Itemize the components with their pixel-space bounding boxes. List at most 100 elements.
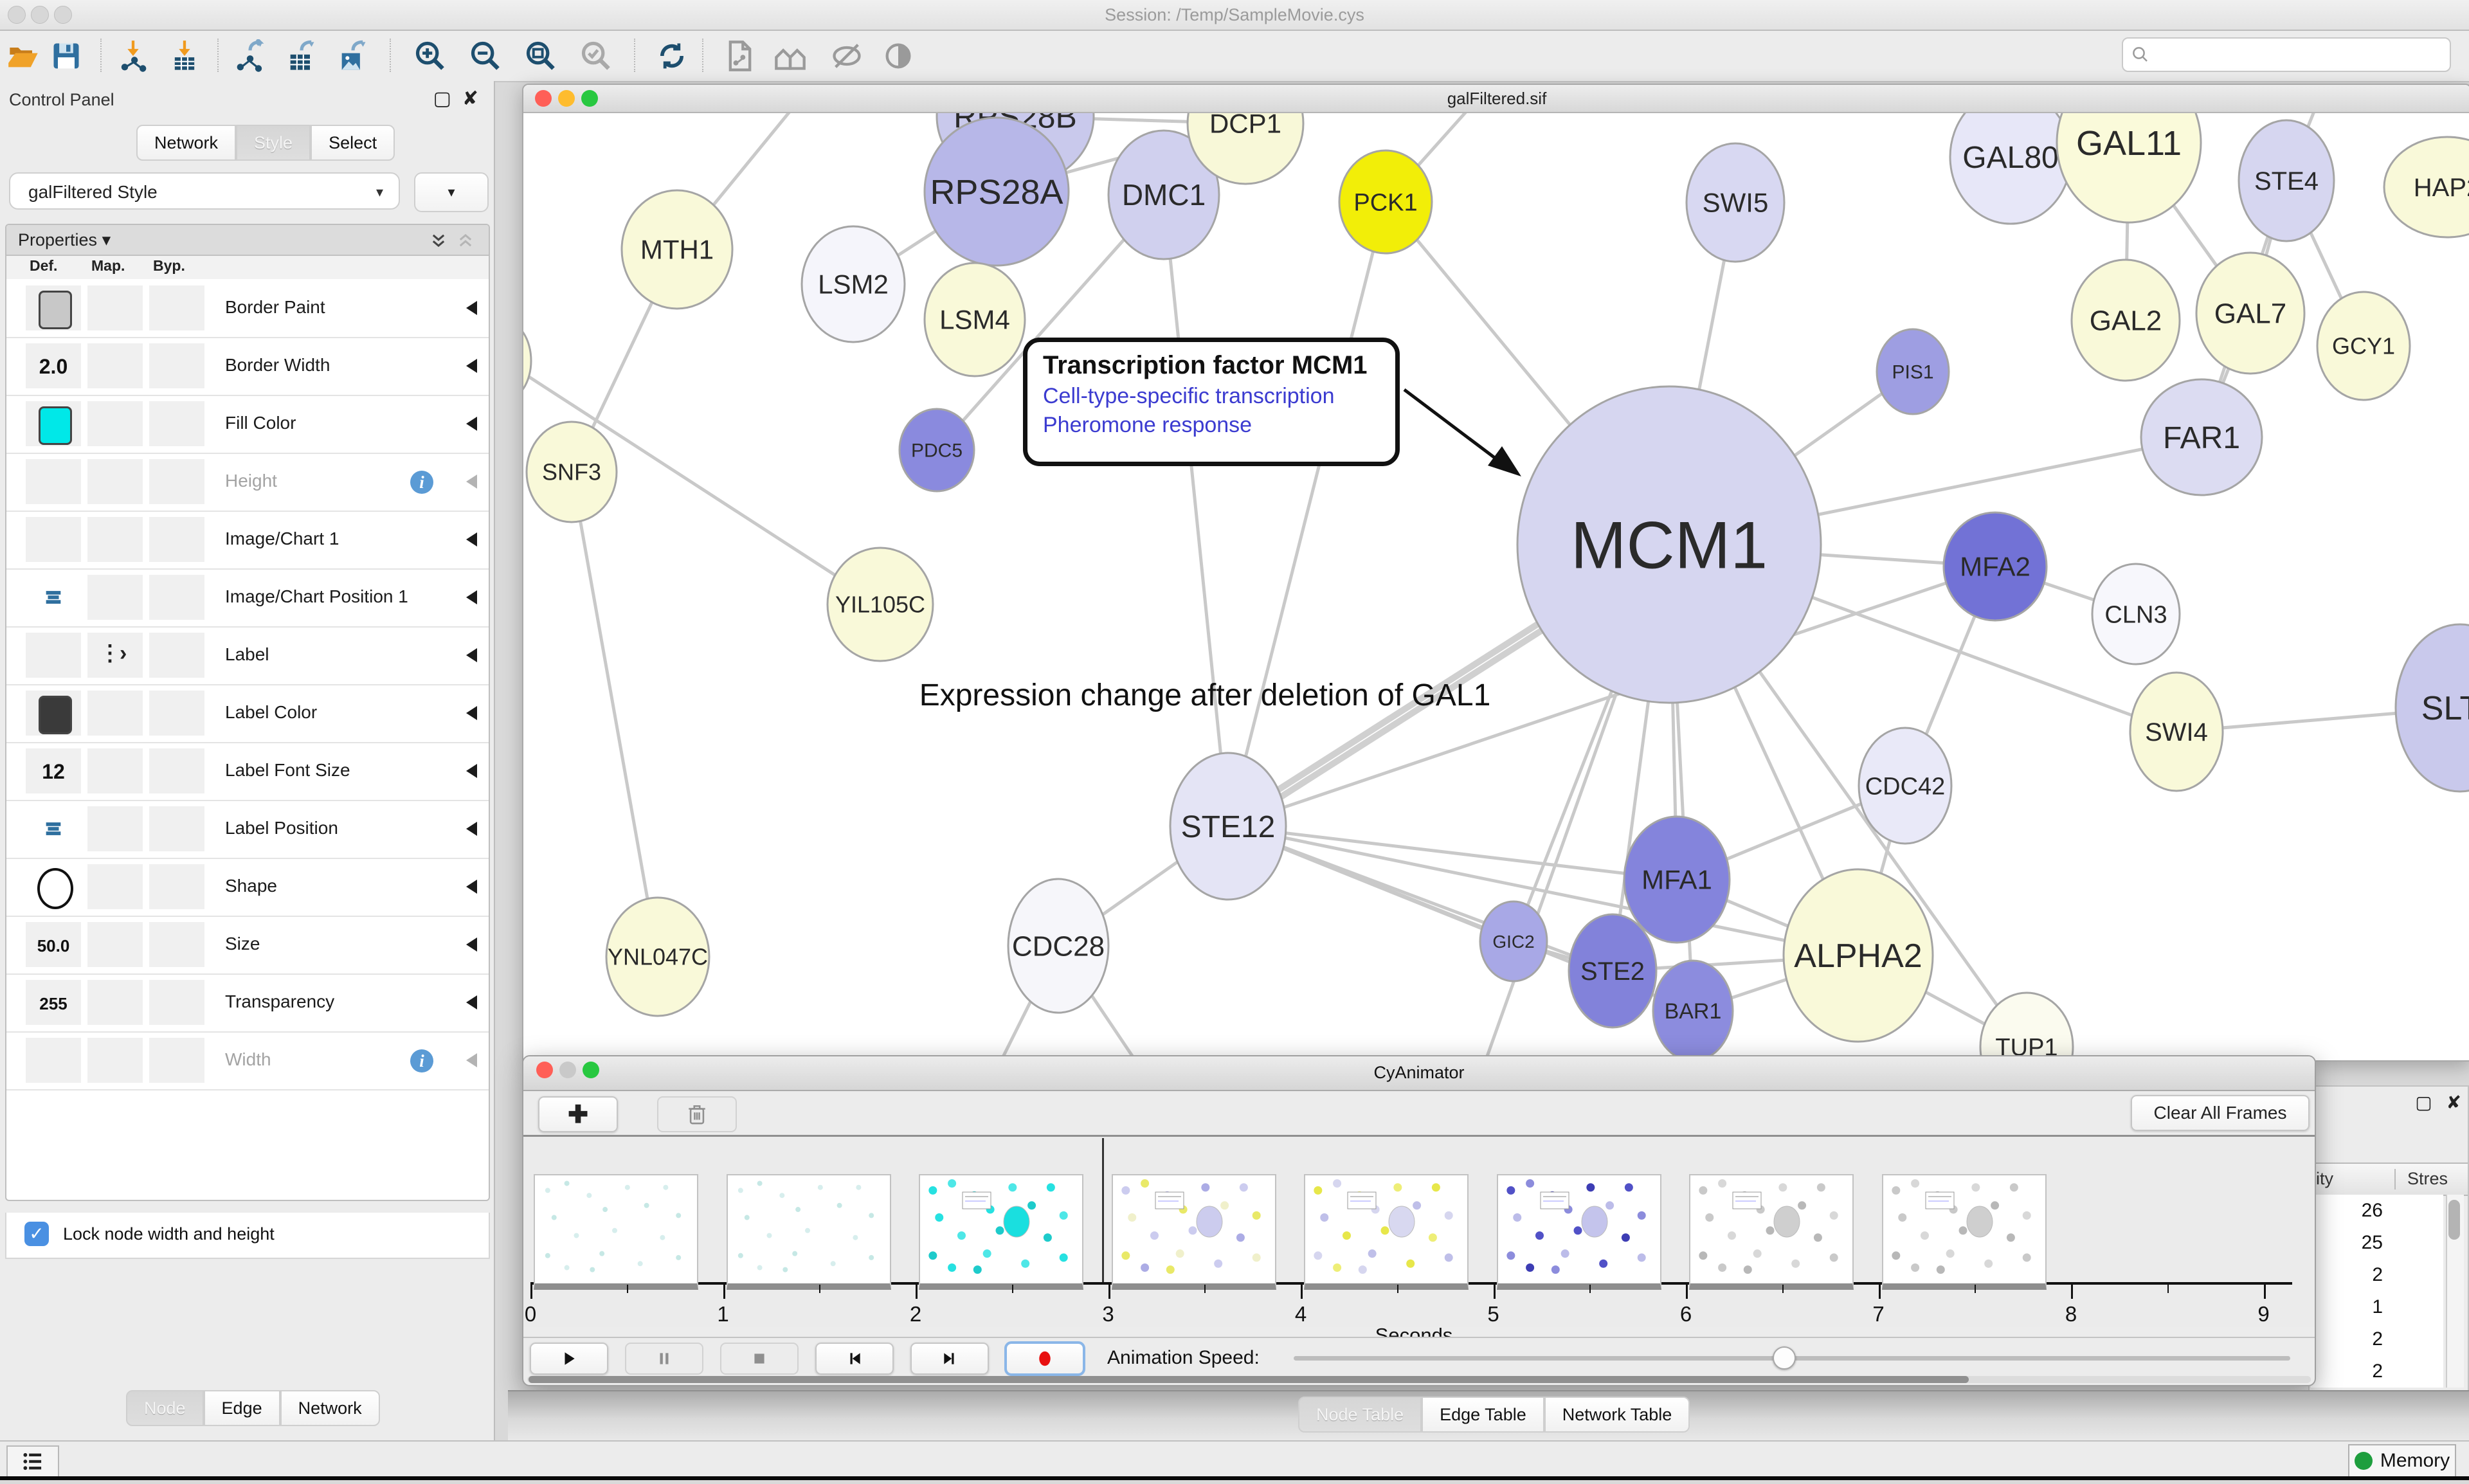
add-frame-button[interactable]: ✚ — [538, 1096, 618, 1132]
collapse-caret-icon[interactable] — [466, 1053, 477, 1067]
network-node-GAL80[interactable]: GAL80 — [1950, 113, 2071, 224]
network-node-left_cut[interactable] — [523, 321, 531, 401]
delete-frame-button[interactable] — [657, 1096, 737, 1132]
tab-network-table[interactable]: Network Table — [1544, 1397, 1690, 1433]
property-row-label-font-size[interactable]: 12Label Font Size — [6, 743, 489, 801]
network-node-YIL105C[interactable]: YIL105C — [828, 548, 933, 661]
network-node-HAP2[interactable]: HAP2 — [2384, 137, 2469, 237]
default-swatch[interactable] — [39, 406, 72, 445]
default-value[interactable]: 2.0 — [26, 355, 81, 379]
clear-all-frames-button[interactable]: Clear All Frames — [2131, 1095, 2310, 1131]
style-selector[interactable]: galFiltered Style ▾ — [9, 172, 400, 210]
network-node-GCY1[interactable]: GCY1 — [2317, 292, 2410, 400]
style-options-button[interactable]: ▾ — [414, 172, 489, 212]
annotation-box[interactable]: Transcription factor MCM1 Cell-type-spec… — [1023, 338, 1400, 466]
tab-select[interactable]: Select — [311, 125, 395, 161]
last-frame-button[interactable] — [910, 1343, 989, 1375]
default-swatch[interactable] — [39, 291, 72, 329]
info-icon[interactable]: i — [410, 1049, 433, 1072]
network-node-GAL11[interactable]: GAL11 — [2057, 113, 2201, 222]
network-node-PIS1[interactable]: PIS1 — [1877, 329, 1949, 414]
network-node-MTH1[interactable]: MTH1 — [622, 190, 732, 309]
tab-network[interactable]: Network — [136, 125, 236, 161]
collapse-caret-icon[interactable] — [466, 822, 477, 836]
network-titlebar[interactable]: galFiltered.sif — [523, 85, 2469, 113]
zoom-out-icon[interactable] — [467, 37, 504, 75]
speed-slider-thumb[interactable] — [1773, 1346, 1796, 1370]
frame-thumbnail-6[interactable] — [1689, 1174, 1854, 1290]
mapping-icon[interactable]: ⋮› — [99, 640, 125, 666]
network-node-GAL7[interactable]: GAL7 — [2196, 253, 2304, 374]
network-node-SNF3[interactable]: SNF3 — [527, 422, 617, 522]
search-input[interactable] — [2122, 37, 2451, 72]
frame-thumbnail-0[interactable] — [534, 1174, 698, 1290]
collapse-caret-icon[interactable] — [466, 706, 477, 720]
annotation-link[interactable]: Cell-type-specific transcription — [1043, 384, 1380, 409]
frame-thumbnail-3[interactable] — [1112, 1174, 1276, 1290]
info-icon[interactable]: i — [410, 471, 433, 494]
collapse-caret-icon[interactable] — [466, 532, 477, 547]
network-node-MFA1[interactable]: MFA1 — [1624, 817, 1730, 943]
property-row-height[interactable]: Heighti — [6, 454, 489, 512]
network-node-LSM2[interactable]: LSM2 — [802, 226, 905, 342]
float-panel-icon[interactable]: ▢ — [433, 87, 451, 110]
lock-size-checkbox[interactable]: ✓ — [24, 1222, 49, 1246]
network-node-PCK1[interactable]: PCK1 — [1339, 150, 1432, 253]
network-node-LSM4[interactable]: LSM4 — [925, 263, 1025, 376]
network-edge[interactable] — [1164, 195, 1228, 826]
tab-network[interactable]: Network — [280, 1390, 380, 1426]
save-session-icon[interactable] — [48, 37, 85, 75]
search-field[interactable] — [2150, 44, 2436, 66]
close-table-icon[interactable]: ✘ — [2446, 1092, 2461, 1112]
collapse-caret-icon[interactable] — [466, 764, 477, 778]
network-node-STE12[interactable]: STE12 — [1170, 753, 1286, 900]
open-session-icon[interactable] — [5, 37, 42, 75]
table-row[interactable]: 26 — [2311, 1195, 2383, 1227]
frame-thumbnail-5[interactable] — [1497, 1174, 1661, 1290]
network-node-MCM1[interactable]: MCM1 — [1517, 386, 1821, 703]
first-frame-button[interactable] — [815, 1343, 894, 1375]
show-details-icon[interactable] — [880, 37, 917, 75]
collapse-caret-icon[interactable] — [466, 417, 477, 431]
tab-node[interactable]: Node — [126, 1390, 204, 1426]
refresh-view-icon[interactable] — [653, 37, 691, 75]
property-row-border-width[interactable]: 2.0Border Width — [6, 338, 489, 396]
property-row-label-position[interactable]: Label Position — [6, 801, 489, 859]
table-row[interactable]: 1 — [2311, 1291, 2383, 1323]
cyanimator-titlebar[interactable]: CyAnimator — [523, 1056, 2315, 1091]
network-node-RPS28A[interactable]: RPS28A — [925, 118, 1069, 266]
network-node-CDC42[interactable]: CDC42 — [1859, 728, 1951, 844]
tab-node-table[interactable]: Node Table — [1298, 1397, 1422, 1433]
table-rows[interactable]: 26252122222 — [2311, 1195, 2443, 1388]
property-row-label-color[interactable]: Label Color — [6, 685, 489, 743]
import-table-icon[interactable] — [166, 37, 203, 75]
network-node-FAR1[interactable]: FAR1 — [2141, 379, 2262, 495]
network-node-YNL047C[interactable]: YNL047C — [606, 898, 709, 1016]
record-button[interactable] — [1006, 1343, 1084, 1375]
home-layouts-icon[interactable] — [772, 37, 809, 75]
position-icon[interactable] — [42, 818, 64, 840]
frame-thumbnail-1[interactable] — [727, 1174, 891, 1290]
position-icon[interactable] — [42, 586, 64, 608]
default-value[interactable]: 50.0 — [26, 936, 81, 956]
network-node-SWI4[interactable]: SWI4 — [2130, 673, 2223, 791]
network-node-STE4[interactable]: STE4 — [2239, 120, 2334, 241]
export-table-icon[interactable] — [283, 37, 320, 75]
collapse-caret-icon[interactable] — [466, 359, 477, 373]
play-button[interactable] — [530, 1343, 608, 1375]
tab-edge[interactable]: Edge — [204, 1390, 280, 1426]
network-node-ALPHA2[interactable]: ALPHA2 — [1784, 869, 1933, 1042]
default-swatch[interactable] — [39, 696, 72, 734]
collapse-caret-icon[interactable] — [466, 301, 477, 315]
hide-details-icon[interactable] — [828, 37, 865, 75]
default-value[interactable]: 12 — [26, 760, 81, 784]
zoom-fit-icon[interactable] — [522, 37, 559, 75]
collapse-caret-icon[interactable] — [466, 880, 477, 894]
memory-button[interactable]: Memory — [2348, 1444, 2456, 1478]
network-edge[interactable] — [572, 472, 658, 957]
collapse-caret-icon[interactable] — [466, 937, 477, 952]
tab-edge-table[interactable]: Edge Table — [1422, 1397, 1544, 1433]
network-node-MFA2[interactable]: MFA2 — [1944, 512, 2047, 620]
zoom-selected-icon[interactable] — [577, 37, 615, 75]
property-row-transparency[interactable]: 255Transparency — [6, 975, 489, 1033]
